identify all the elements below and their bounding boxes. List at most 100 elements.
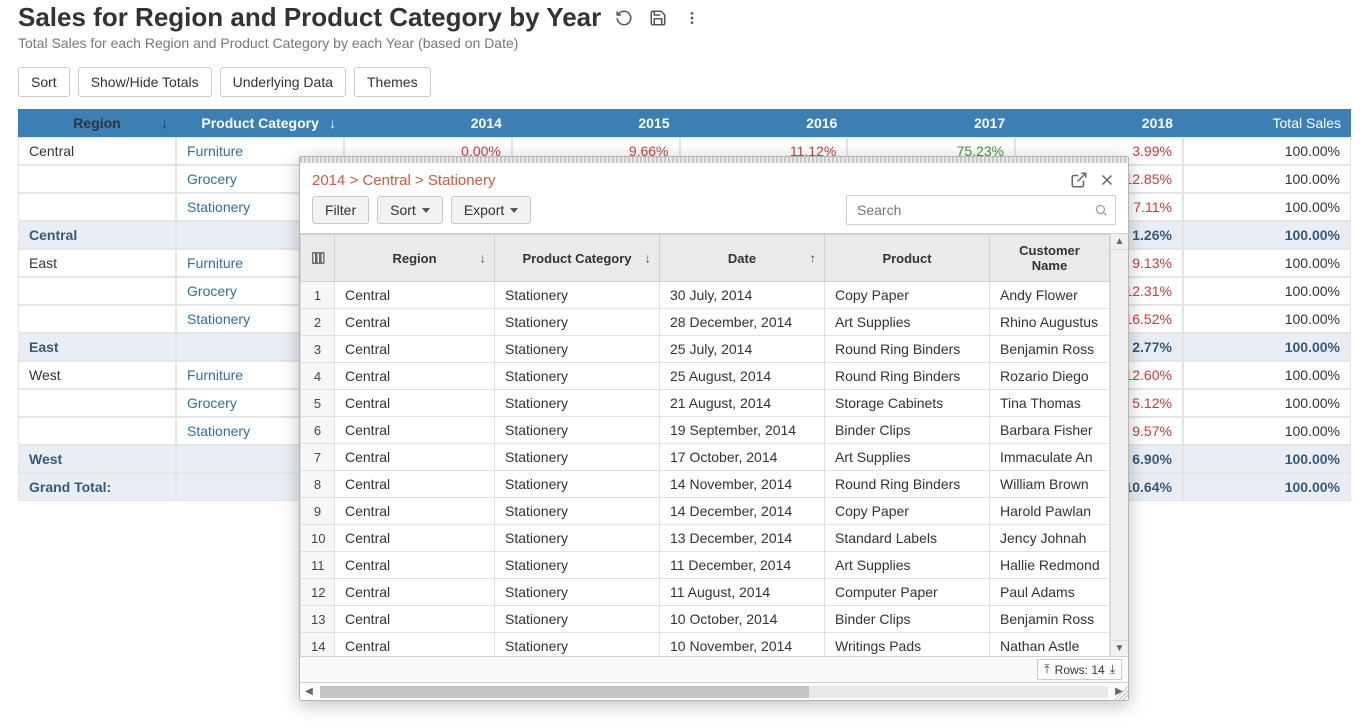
col-2015[interactable]: 2015 xyxy=(512,109,680,137)
table-row[interactable]: 12CentralStationery11 August, 2014Comput… xyxy=(301,579,1110,606)
col-2016[interactable]: 2016 xyxy=(680,109,848,137)
category-link[interactable]: Furniture xyxy=(187,367,243,383)
col-region[interactable]: Region↓ xyxy=(18,109,176,137)
grid-cell: Central xyxy=(335,309,495,336)
col-2018[interactable]: 2018 xyxy=(1015,109,1183,137)
grid-cell: Central xyxy=(335,390,495,417)
scroll-up-icon[interactable]: ▲ xyxy=(1111,234,1128,250)
table-row[interactable]: 9CentralStationery14 December, 2014Copy … xyxy=(301,498,1110,525)
region-cell: West xyxy=(18,445,176,473)
underlying-data-button[interactable]: Underlying Data xyxy=(220,67,346,97)
grid-cell: Round Ring Binders xyxy=(825,363,990,390)
row-number: 4 xyxy=(301,363,335,390)
table-row[interactable]: 7CentralStationery17 October, 2014Art Su… xyxy=(301,444,1110,471)
grid-cell: Immaculate An xyxy=(990,444,1110,471)
popup-sort-button[interactable]: Sort xyxy=(377,196,443,224)
close-icon[interactable] xyxy=(1098,171,1116,189)
table-row[interactable]: 2CentralStationery28 December, 2014Art S… xyxy=(301,309,1110,336)
row-number: 6 xyxy=(301,417,335,444)
grid-cell: Benjamin Ross xyxy=(990,606,1110,633)
total-cell: 100.00% xyxy=(1183,221,1351,249)
row-number: 9 xyxy=(301,498,335,525)
export-button[interactable]: Export xyxy=(451,196,531,224)
table-row[interactable]: 4CentralStationery25 August, 2014Round R… xyxy=(301,363,1110,390)
category-link[interactable]: Grocery xyxy=(187,171,237,187)
col-2017[interactable]: 2017 xyxy=(847,109,1015,137)
total-cell: 100.00% xyxy=(1183,137,1351,165)
category-link[interactable]: Stationery xyxy=(187,199,250,215)
grid-col-region-label: Region xyxy=(392,251,436,266)
grid-cell: 14 December, 2014 xyxy=(660,498,825,525)
filter-button[interactable]: Filter xyxy=(312,196,369,224)
region-cell: East xyxy=(18,249,176,277)
table-row[interactable]: 14CentralStationery10 November, 2014Writ… xyxy=(301,633,1110,657)
row-number: 8 xyxy=(301,471,335,498)
table-row[interactable]: 11CentralStationery11 December, 2014Art … xyxy=(301,552,1110,579)
sort-button[interactable]: Sort xyxy=(18,67,70,97)
grid-cell: Nathan Astle xyxy=(990,633,1110,657)
refresh-icon[interactable] xyxy=(613,7,635,29)
category-link[interactable]: Furniture xyxy=(187,255,243,271)
table-row[interactable]: 3CentralStationery25 July, 2014Round Rin… xyxy=(301,336,1110,363)
category-link[interactable]: Stationery xyxy=(187,423,250,439)
grid-col-date[interactable]: Date↑ xyxy=(660,235,825,282)
column-settings-icon[interactable] xyxy=(301,235,335,282)
scroll-left-icon[interactable]: ◀ xyxy=(300,686,318,697)
region-cell xyxy=(18,305,176,333)
grid-cell: Central xyxy=(335,552,495,579)
row-count-badge[interactable]: ⤒ Rows: 14 ⤓ xyxy=(1037,659,1122,680)
grid-cell: Rhino Augustus xyxy=(990,309,1110,336)
region-cell: West xyxy=(18,361,176,389)
col-region-label: Region xyxy=(73,115,120,131)
category-link[interactable]: Grocery xyxy=(187,283,237,299)
col-category[interactable]: Product Category↓ xyxy=(176,109,344,137)
table-row[interactable]: 13CentralStationery10 October, 2014Binde… xyxy=(301,606,1110,633)
more-icon[interactable] xyxy=(681,7,703,29)
table-row[interactable]: 10CentralStationery13 December, 2014Stan… xyxy=(301,525,1110,552)
grid-cell: Stationery xyxy=(495,471,660,498)
search-icon xyxy=(1094,203,1108,217)
grid-col-product[interactable]: Product xyxy=(825,235,990,282)
grid-cell: Barbara Fisher xyxy=(990,417,1110,444)
grid-cell: Central xyxy=(335,444,495,471)
col-2014[interactable]: 2014 xyxy=(344,109,512,137)
table-row[interactable]: 1CentralStationery30 July, 2014Copy Pape… xyxy=(301,282,1110,309)
table-row[interactable]: 6CentralStationery19 September, 2014Bind… xyxy=(301,417,1110,444)
grid-cell: Stationery xyxy=(495,498,660,525)
grid-cell: Binder Clips xyxy=(825,417,990,444)
grid-cell: Stationery xyxy=(495,282,660,309)
themes-button[interactable]: Themes xyxy=(354,67,431,97)
grid-cell: Storage Cabinets xyxy=(825,390,990,417)
grid-cell: Stationery xyxy=(495,390,660,417)
grid-cell: Central xyxy=(335,282,495,309)
total-cell: 100.00% xyxy=(1183,389,1351,417)
first-page-icon[interactable]: ⤒ xyxy=(1044,662,1049,677)
grid-cell: Harold Pawlan xyxy=(990,498,1110,525)
table-row[interactable]: 5CentralStationery21 August, 2014Storage… xyxy=(301,390,1110,417)
search-input[interactable] xyxy=(846,195,1116,225)
grid-cell: Copy Paper xyxy=(825,498,990,525)
drilldown-popup: 2014 > Central > Stationery Filter Sort … xyxy=(299,156,1129,701)
last-page-icon[interactable]: ⤓ xyxy=(1110,662,1115,677)
grid-cell: Central xyxy=(335,525,495,552)
popout-icon[interactable] xyxy=(1070,171,1088,189)
grid-cell: Stationery xyxy=(495,444,660,471)
vertical-scrollbar[interactable]: ▲ ▼ xyxy=(1110,234,1128,656)
col-total[interactable]: Total Sales xyxy=(1183,109,1351,137)
category-link[interactable]: Furniture xyxy=(187,143,243,159)
resize-handle[interactable] xyxy=(1114,686,1128,700)
save-icon[interactable] xyxy=(647,7,669,29)
grid-col-category[interactable]: Product Category↓ xyxy=(495,235,660,282)
horizontal-scrollbar[interactable] xyxy=(320,686,1108,698)
showhide-totals-button[interactable]: Show/Hide Totals xyxy=(78,67,212,97)
grid-col-customer[interactable]: Customer Name xyxy=(990,235,1110,282)
grid-cell: 17 October, 2014 xyxy=(660,444,825,471)
table-row[interactable]: 8CentralStationery14 November, 2014Round… xyxy=(301,471,1110,498)
grid-col-region[interactable]: Region↓ xyxy=(335,235,495,282)
category-link[interactable]: Grocery xyxy=(187,395,237,411)
category-link[interactable]: Stationery xyxy=(187,311,250,327)
scroll-thumb[interactable] xyxy=(320,686,809,698)
breadcrumb: 2014 > Central > Stationery xyxy=(312,172,495,189)
scroll-down-icon[interactable]: ▼ xyxy=(1111,640,1128,656)
grid-cell: Jency Johnah xyxy=(990,525,1110,552)
